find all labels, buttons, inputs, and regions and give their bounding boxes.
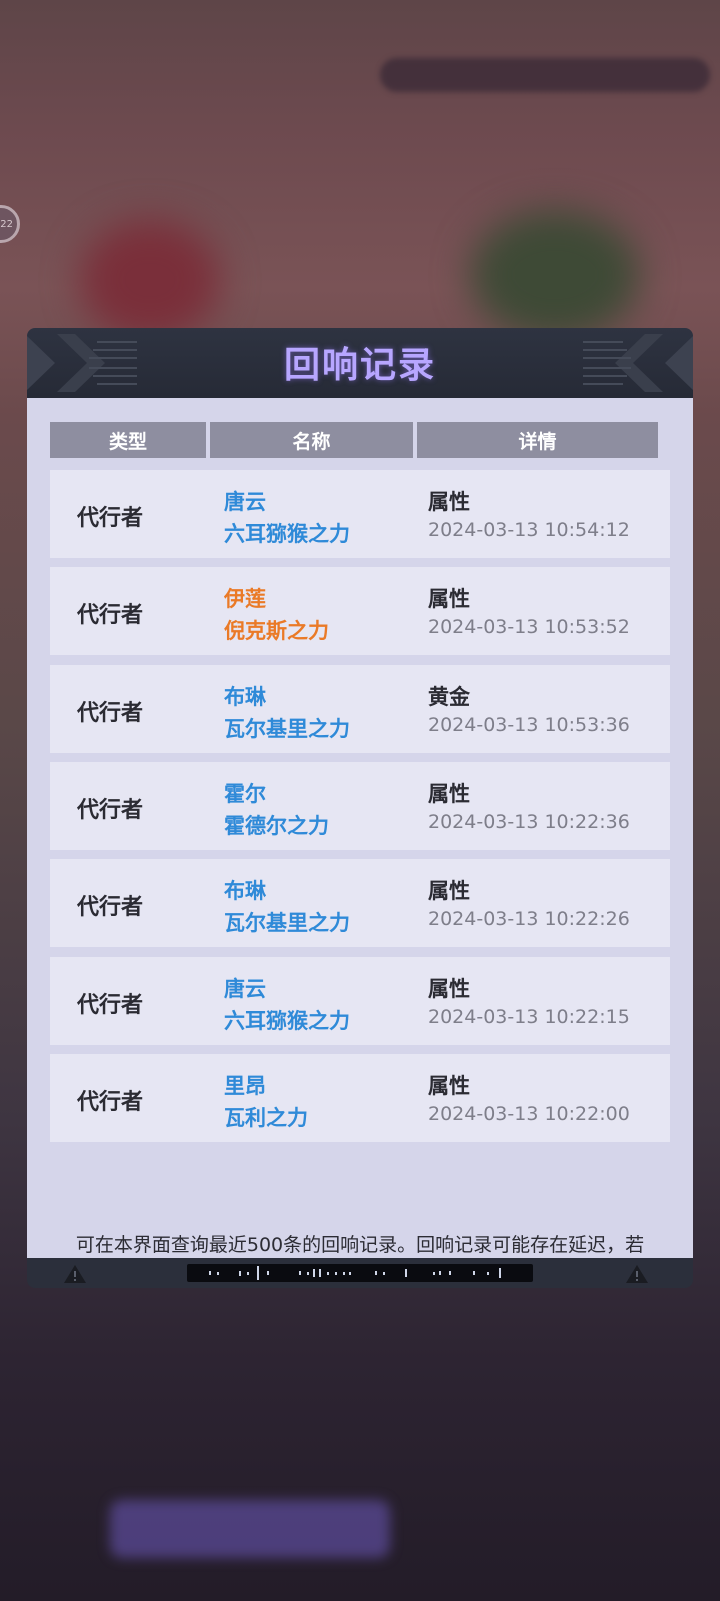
table-row[interactable]: 代行者 唐云六耳猕猴之力 属性 2024-03-13 10:22:15 [50,956,670,1045]
row-type: 代行者 [77,700,144,726]
table-row[interactable]: 代行者 布琳瓦尔基里之力 黄金 2024-03-13 10:53:36 [50,664,670,753]
row-type: 代行者 [77,1089,144,1115]
side-badge[interactable]: 22 [0,205,20,243]
barcode-tick [449,1271,451,1275]
barcode-tick [343,1271,345,1275]
row-power: 六耳猕猴之力 [224,522,350,546]
dialog-header: 回响记录 [27,328,693,398]
barcode-tick [439,1271,441,1275]
background-status-bar [380,58,710,92]
row-detail: 属性 [428,587,470,612]
barcode-tick [433,1271,435,1275]
row-timestamp: 2024-03-13 10:22:36 [428,810,630,833]
row-timestamp: 2024-03-13 10:22:00 [428,1102,630,1125]
barcode-tick [349,1271,351,1275]
barcode-tick [299,1271,301,1275]
barcode-tick [473,1271,475,1275]
row-name: 伊莲 [224,587,266,612]
barcode-tick [247,1271,249,1275]
table-row[interactable]: 代行者 布琳瓦尔基里之力 属性 2024-03-13 10:22:26 [50,859,670,948]
barcode-tick [487,1271,489,1275]
row-timestamp: 2024-03-13 10:54:12 [428,519,630,541]
background-button [110,1500,390,1558]
row-detail: 黄金 [428,684,470,709]
row-type: 代行者 [77,992,144,1018]
dialog-body: 类型 名称 详情 代行者 唐云 六耳猕猴之力 属性 2024-03-13 10:54:1… [27,398,693,1283]
echo-record-dialog: 回响记录 类型 名称 详情 代行者 唐云 六耳猕猴之力 属性 2024-03-13 10… [27,328,693,1288]
row-name: 霍尔 [224,781,266,806]
warning-icon [64,1265,86,1283]
table-row[interactable]: 代行者 唐云六耳猕猴之力 属性 2024-03-13 10:54:12 [50,470,670,558]
row-detail: 属性 [428,781,470,806]
row-type: 代行者 [77,797,144,823]
barcode-tick [375,1271,377,1275]
barcode-tick [335,1271,337,1275]
row-type: 代行者 [77,603,144,629]
row-timestamp: 2024-03-13 10:53:52 [428,616,630,639]
barcode-tick [307,1271,309,1275]
table-header: 类型 名称 详情 [50,422,670,458]
dialog-footer [27,1258,693,1288]
warning-icon [626,1265,648,1283]
row-detail: 属性 [428,879,470,904]
row-name: 唐云 [224,490,266,514]
row-detail: 属性 [428,1073,470,1098]
row-power: 瓦利之力 [224,1105,308,1130]
barcode-tick [257,1266,259,1280]
row-power: 六耳猕猴之力 [224,1008,350,1033]
row-type: 代行者 [77,895,144,921]
barcode-tick [217,1271,219,1275]
header-type: 类型 [50,422,206,458]
header-detail: 详情 [417,422,658,458]
header-name: 名称 [210,422,413,458]
dialog-title: 回响记录 [283,345,436,386]
row-name: 布琳 [224,684,266,709]
row-power: 瓦尔基里之力 [224,911,350,936]
row-timestamp: 2024-03-13 10:22:26 [428,908,630,931]
background-figure-left [80,220,220,340]
row-power: 瓦尔基里之力 [224,716,350,741]
barcode-tick [313,1269,315,1277]
barcode-tick [405,1269,407,1277]
row-detail: 属性 [428,976,470,1001]
row-type: 代行者 [77,506,144,531]
barcode-tick [267,1271,269,1275]
barcode-decoration [187,1264,533,1282]
table-row[interactable]: 代行者 伊莲倪克斯之力 属性 2024-03-13 10:53:52 [50,567,670,656]
row-name: 布琳 [224,879,266,904]
row-power: 霍德尔之力 [224,813,329,838]
barcode-tick [383,1271,385,1275]
table-row[interactable]: 代行者 里昂瓦利之力 属性 2024-03-13 10:22:00 [50,1053,670,1142]
table-row[interactable]: 代行者 霍尔霍德尔之力 属性 2024-03-13 10:22:36 [50,761,670,850]
row-timestamp: 2024-03-13 10:22:15 [428,1005,630,1028]
barcode-tick [209,1271,211,1275]
row-detail: 属性 [428,490,470,514]
row-name: 里昂 [224,1073,266,1098]
row-power: 倪克斯之力 [224,619,329,644]
row-name: 唐云 [224,976,266,1001]
barcode-tick [499,1268,501,1278]
barcode-tick [239,1270,241,1276]
barcode-tick [327,1271,329,1275]
background-figure-right [470,210,640,340]
row-timestamp: 2024-03-13 10:53:36 [428,713,630,736]
barcode-tick [319,1269,321,1277]
